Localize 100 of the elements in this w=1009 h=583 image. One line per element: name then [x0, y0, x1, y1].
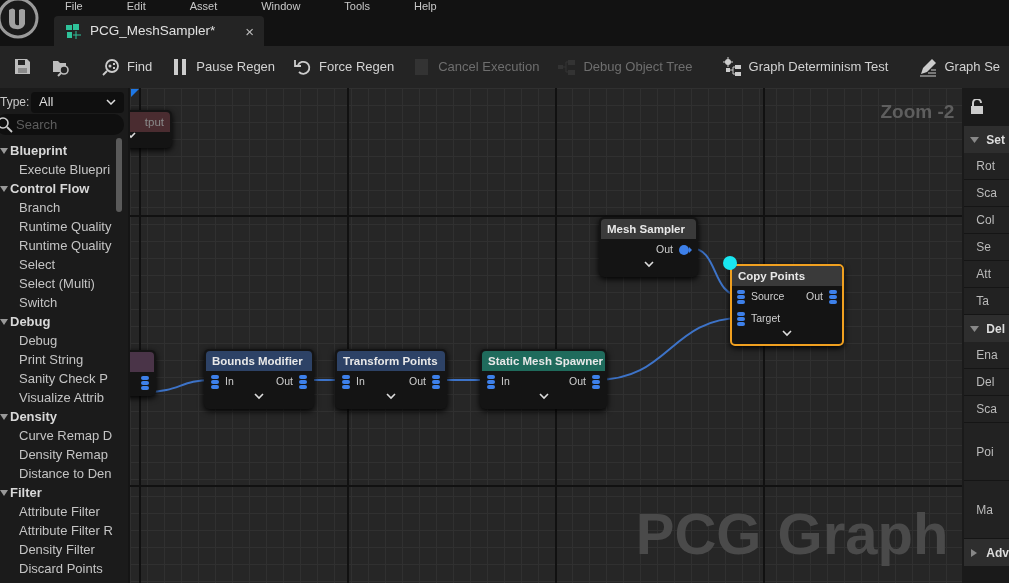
node-title: tput [144, 116, 164, 128]
node-header[interactable]: Mesh Sampler [601, 219, 696, 239]
palette-item[interactable]: Sanity Check P [0, 369, 114, 388]
menu-item[interactable]: Window [261, 0, 301, 12]
menu-item[interactable]: Tools [344, 0, 371, 12]
tab-title: PCG_MeshSampler* [90, 21, 217, 40]
document-tab[interactable]: PCG_MeshSampler* × [54, 16, 264, 46]
type-label: Type: [0, 94, 30, 111]
property-label: Ta [964, 288, 1009, 315]
triangle-icon[interactable] [0, 146, 10, 155]
palette-item[interactable]: Branch [0, 198, 114, 217]
triangle-icon[interactable] [0, 184, 10, 193]
category-header[interactable]: Filter [0, 483, 114, 502]
node-header[interactable]: Copy Points [732, 266, 842, 286]
palette-item[interactable]: Attribute Filter R [0, 521, 114, 540]
corner-marker-icon [131, 89, 139, 97]
palette-item[interactable]: Runtime Quality [0, 236, 114, 255]
triangle-icon[interactable] [0, 317, 10, 326]
palette-item[interactable]: Curve Remap D [0, 426, 114, 445]
scrollbar-thumb[interactable] [116, 138, 122, 212]
palette-item[interactable]: Density Filter [0, 540, 114, 559]
save-icon[interactable] [13, 57, 33, 77]
graph-node[interactable]: Copy Points Source Out Target [730, 264, 844, 346]
palette-item[interactable]: Visualize Attrib [0, 388, 114, 407]
menu-item[interactable]: Asset [189, 0, 218, 12]
pin-icon[interactable] [736, 289, 746, 305]
property-label: Sca [964, 396, 1009, 423]
details-section-header[interactable]: Adv [964, 539, 1009, 566]
pin-icon[interactable] [591, 374, 601, 390]
node-title: Static Mesh Spawner [488, 355, 604, 367]
triangle-icon[interactable] [0, 488, 10, 497]
palette-item[interactable]: Attribute Filter [0, 502, 114, 521]
search-field[interactable]: Search [0, 114, 124, 135]
pin-icon[interactable] [828, 289, 838, 305]
triangle-icon[interactable] [970, 135, 981, 144]
node-header[interactable]: Transform Points [337, 351, 445, 371]
palette-item[interactable]: Density Remap [0, 445, 114, 464]
pin-icon[interactable] [678, 244, 692, 256]
pin-label: In [356, 374, 365, 390]
find-button[interactable]: Find [92, 53, 162, 81]
category-header[interactable]: Blueprint [0, 141, 114, 160]
details-section-header[interactable]: Del [964, 315, 1009, 342]
type-dropdown[interactable]: All [31, 91, 124, 113]
node-header[interactable]: Static Mesh Spawner [482, 351, 605, 371]
pin-icon[interactable] [486, 374, 496, 390]
node-header[interactable]: tput [130, 112, 170, 132]
pin-icon[interactable] [210, 374, 220, 390]
property-label: Att [964, 261, 1009, 288]
graph-node[interactable]: tput [130, 110, 172, 148]
palette-item[interactable]: Execute Bluepri [0, 160, 114, 179]
zoom-label: Zoom -2 [880, 100, 955, 124]
palette-item[interactable]: Distance to Den [0, 464, 114, 483]
determinism-button[interactable]: Graph Determinism Test [713, 53, 898, 81]
node-title: Mesh Sampler [607, 223, 685, 235]
menu-item[interactable]: Help [414, 0, 437, 12]
triangle-icon[interactable] [970, 324, 981, 333]
pencil-icon[interactable] [918, 57, 939, 77]
menu-item[interactable]: File [65, 0, 83, 12]
category-header[interactable]: Control Flow [0, 179, 114, 198]
menu-item[interactable]: Edit [126, 0, 146, 12]
graph-node[interactable]: Bounds Modifier In Out [204, 349, 314, 409]
regen-button[interactable]: Force Regen [284, 53, 404, 81]
triangle-icon[interactable] [0, 412, 10, 421]
property-label: Poi [964, 423, 1009, 481]
settings-button[interactable]: Graph Se [909, 53, 1009, 81]
graph-node[interactable]: Transform Points In Out [335, 349, 447, 409]
property-label: Ma [964, 481, 1009, 539]
node-title: Bounds Modifier [212, 355, 303, 367]
palette-item[interactable]: Runtime Quality [0, 217, 114, 236]
graph-icon [64, 22, 82, 40]
unlock-icon[interactable] [970, 99, 985, 115]
details-section-header[interactable]: Set [964, 126, 1009, 153]
pause-button[interactable]: Pause Regen [161, 53, 285, 81]
palette-item[interactable]: Discard Points [0, 559, 114, 578]
search-icon [0, 116, 14, 134]
pin-icon[interactable] [431, 374, 441, 390]
caret-icon[interactable] [106, 99, 116, 105]
close-button[interactable]: × [245, 23, 254, 39]
node-title: Copy Points [738, 270, 806, 282]
logo-icon[interactable] [0, 0, 40, 40]
property-label: Del [964, 369, 1009, 396]
palette-item[interactable]: Switch [0, 293, 114, 312]
palette-item[interactable]: Print String [0, 350, 114, 369]
find-icon[interactable] [101, 57, 121, 77]
pin-label: Out [409, 374, 426, 390]
handle-icon[interactable] [722, 255, 738, 271]
pin-icon[interactable] [736, 311, 746, 327]
category-header[interactable]: Density [0, 407, 114, 426]
palette-item[interactable]: Select [0, 255, 114, 274]
graph-node[interactable]: Static Mesh Spawner In Out [480, 349, 607, 409]
node-header[interactable]: Bounds Modifier [206, 351, 312, 371]
category-header[interactable]: Debug [0, 312, 114, 331]
pin-icon[interactable] [298, 374, 308, 390]
graph-sparkle-icon[interactable] [722, 57, 743, 77]
palette-item[interactable]: Select (Multi) [0, 274, 114, 293]
palette-item[interactable]: Debug [0, 331, 114, 350]
pin-icon[interactable] [341, 374, 351, 390]
pin-label: Out [276, 374, 293, 390]
pin-icon[interactable] [140, 375, 150, 391]
graph-node[interactable]: Mesh Sampler Out [599, 217, 698, 277]
